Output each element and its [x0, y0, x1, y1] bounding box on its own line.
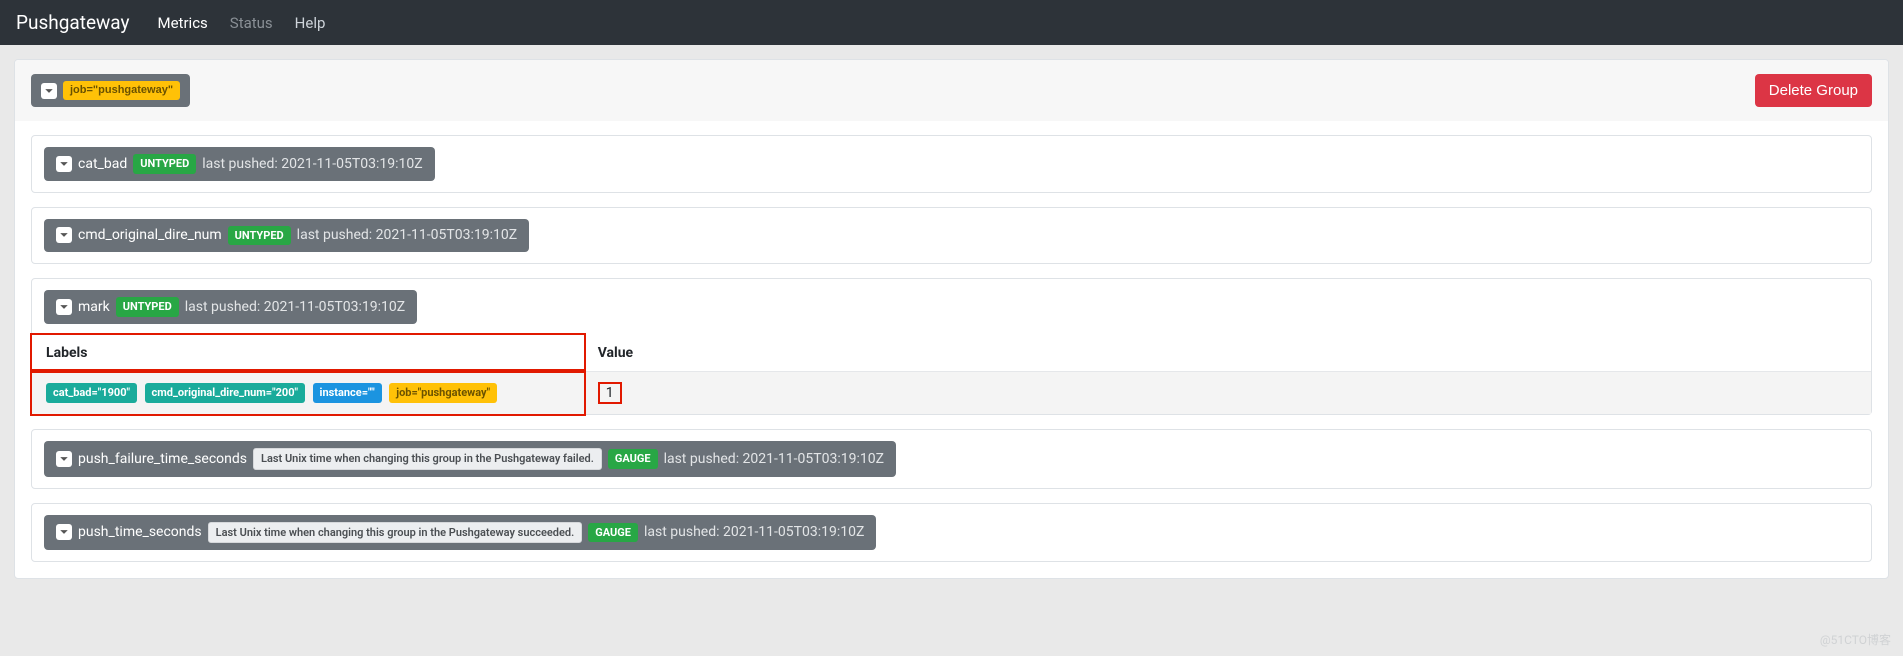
pushed-text: last pushed: 2021-11-05T03:19:10Z	[664, 451, 884, 467]
nav-status[interactable]: Status	[230, 14, 273, 32]
chevron-down-icon	[56, 299, 72, 315]
help-badge: Last Unix time when changing this group …	[253, 448, 602, 469]
metric-name: cat_bad	[78, 156, 127, 172]
metric-name: push_time_seconds	[78, 524, 202, 540]
brand[interactable]: Pushgateway	[16, 11, 130, 34]
watermark: @51CTO博客	[1820, 631, 1891, 648]
metric-name: cmd_original_dire_num	[78, 227, 222, 243]
type-badge: GAUGE	[608, 449, 658, 468]
chevron-down-icon	[41, 83, 57, 99]
chevron-down-icon	[56, 524, 72, 540]
pushed-text: last pushed: 2021-11-05T03:19:10Z	[297, 227, 517, 243]
group-header: job="pushgateway" Delete Group	[15, 60, 1888, 121]
group-label-badge: job="pushgateway"	[63, 81, 180, 100]
chevron-down-icon	[56, 451, 72, 467]
nav-help[interactable]: Help	[295, 14, 326, 32]
metric-card-mark: mark UNTYPED last pushed: 2021-11-05T03:…	[31, 278, 1872, 415]
table-row: cat_bad="1900" cmd_original_dire_num="20…	[32, 371, 1871, 414]
page: job="pushgateway" Delete Group cat_bad U…	[0, 45, 1903, 593]
metric-toggle-mark[interactable]: mark UNTYPED last pushed: 2021-11-05T03:…	[44, 290, 417, 323]
chevron-down-icon	[56, 156, 72, 172]
metric-toggle-cmd-original[interactable]: cmd_original_dire_num UNTYPED last pushe…	[44, 219, 529, 252]
nav-links: Metrics Status Help	[158, 14, 326, 32]
metric-card-cmd-original: cmd_original_dire_num UNTYPED last pushe…	[31, 207, 1872, 264]
label-tag: cat_bad="1900"	[46, 383, 137, 402]
value-cell: 1	[584, 371, 1871, 414]
metric-toggle-cat-bad[interactable]: cat_bad UNTYPED last pushed: 2021-11-05T…	[44, 147, 435, 180]
metric-name: mark	[78, 299, 110, 315]
metric-card-cat-bad: cat_bad UNTYPED last pushed: 2021-11-05T…	[31, 135, 1872, 192]
metric-toggle-push-time[interactable]: push_time_seconds Last Unix time when ch…	[44, 515, 876, 550]
label-tag: cmd_original_dire_num="200"	[145, 383, 306, 402]
label-tag: instance=""	[313, 383, 382, 402]
type-badge: GAUGE	[588, 523, 638, 542]
value-text: 1	[598, 382, 622, 405]
metric-card-push-failure: push_failure_time_seconds Last Unix time…	[31, 429, 1872, 488]
metric-table: Labels Value cat_bad="1900" cmd_original…	[32, 335, 1871, 415]
group-card: job="pushgateway" Delete Group cat_bad U…	[14, 59, 1889, 579]
type-badge: UNTYPED	[133, 154, 196, 173]
chevron-down-icon	[56, 227, 72, 243]
label-tag: job="pushgateway"	[389, 383, 497, 402]
col-value: Value	[584, 335, 1871, 372]
type-badge: UNTYPED	[116, 297, 179, 316]
navbar: Pushgateway Metrics Status Help	[0, 0, 1903, 45]
pushed-text: last pushed: 2021-11-05T03:19:10Z	[644, 524, 864, 540]
nav-metrics[interactable]: Metrics	[158, 14, 208, 32]
labels-cell: cat_bad="1900" cmd_original_dire_num="20…	[32, 371, 584, 414]
metric-name: push_failure_time_seconds	[78, 451, 247, 467]
type-badge: UNTYPED	[228, 226, 291, 245]
delete-group-button[interactable]: Delete Group	[1755, 74, 1872, 107]
metric-card-push-time: push_time_seconds Last Unix time when ch…	[31, 503, 1872, 562]
pushed-text: last pushed: 2021-11-05T03:19:10Z	[185, 299, 405, 315]
metric-toggle-push-failure[interactable]: push_failure_time_seconds Last Unix time…	[44, 441, 896, 476]
pushed-text: last pushed: 2021-11-05T03:19:10Z	[202, 156, 422, 172]
group-body: cat_bad UNTYPED last pushed: 2021-11-05T…	[15, 121, 1888, 578]
group-toggle-button[interactable]: job="pushgateway"	[31, 74, 190, 107]
col-labels: Labels	[32, 335, 584, 372]
help-badge: Last Unix time when changing this group …	[208, 522, 583, 543]
